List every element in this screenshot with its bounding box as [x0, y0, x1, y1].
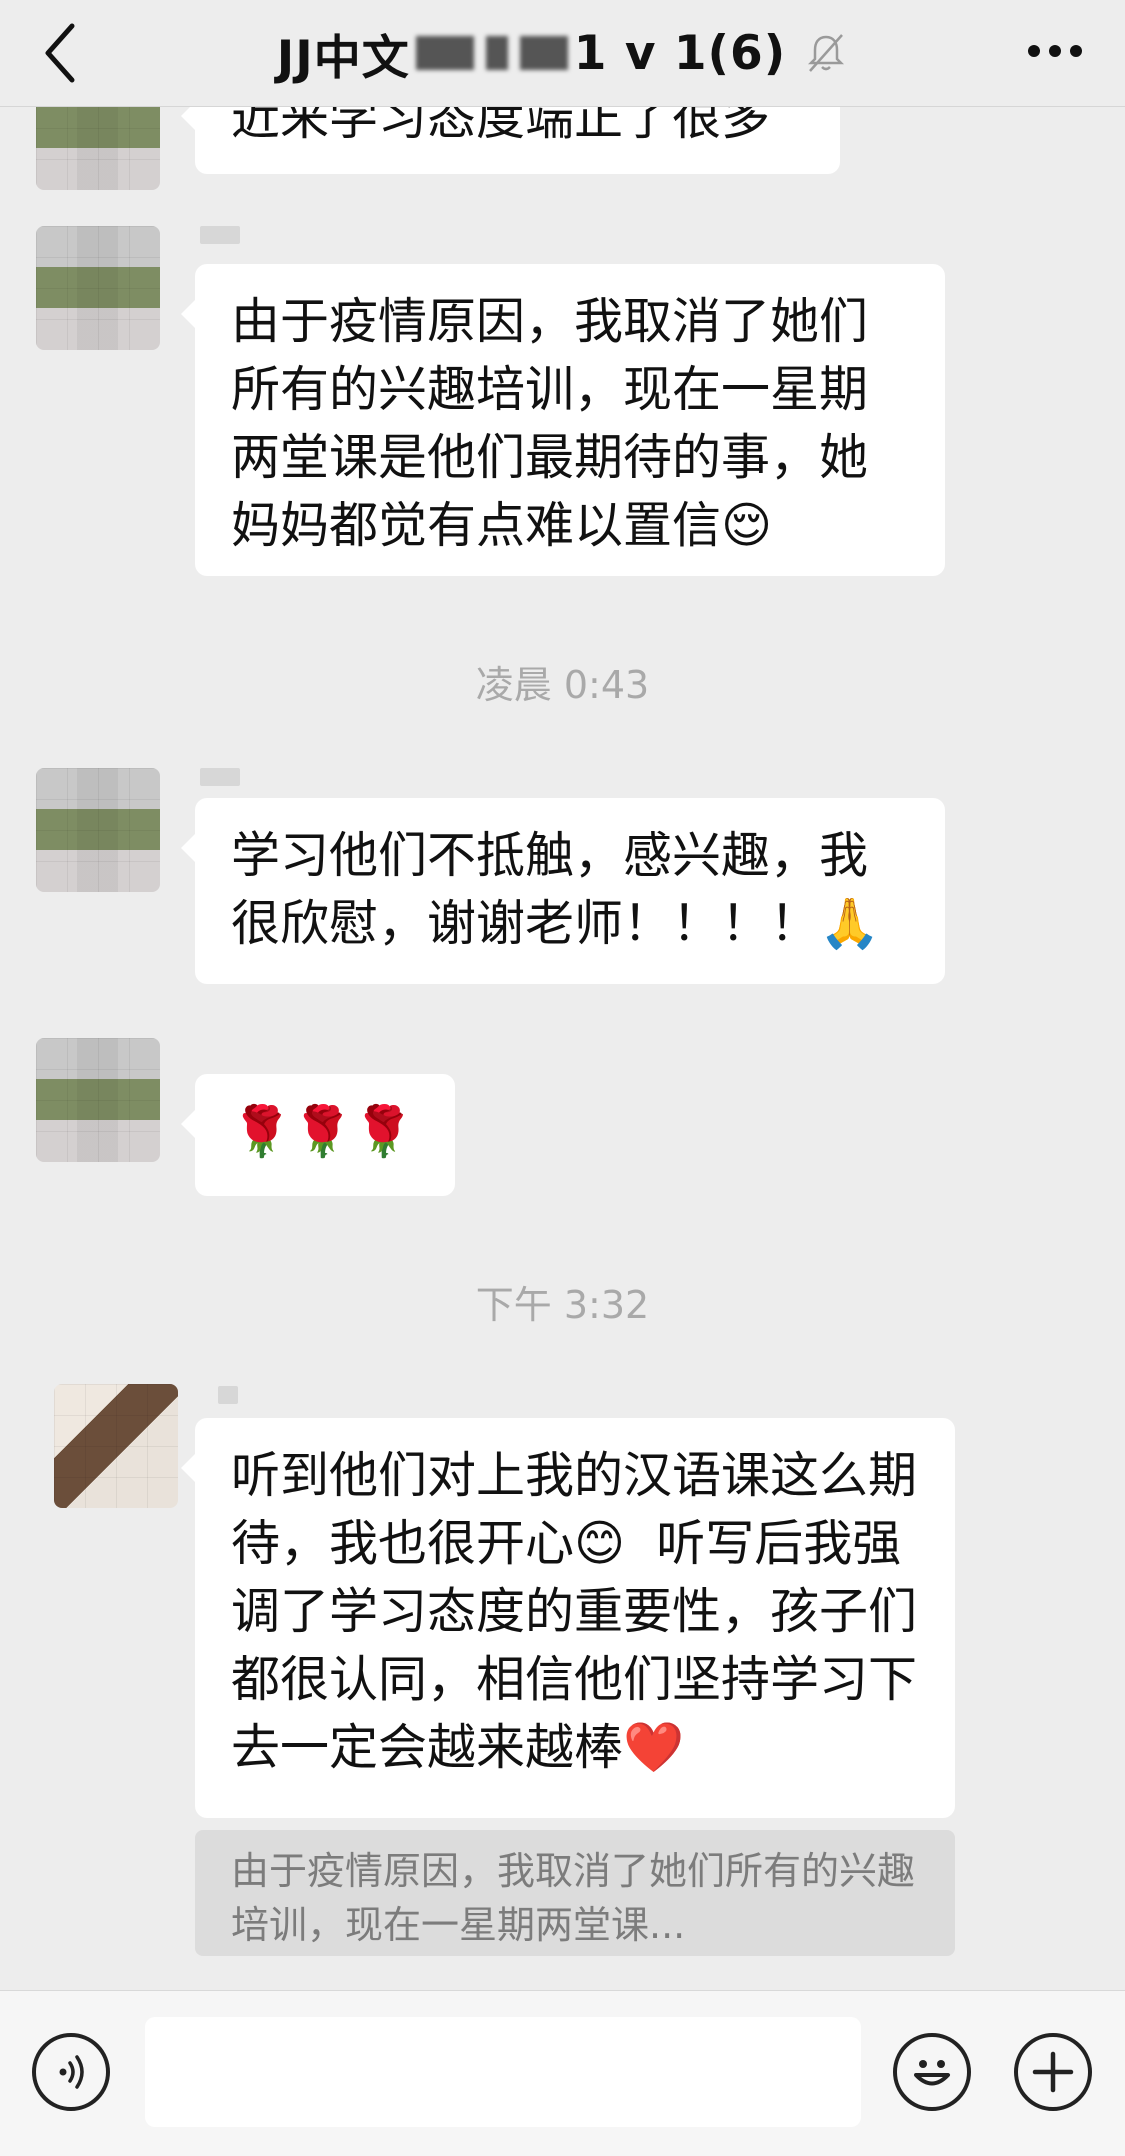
- redacted-block: [485, 36, 508, 70]
- avatar[interactable]: [36, 1038, 160, 1162]
- avatar[interactable]: [36, 106, 160, 190]
- chat-title-prefix: JJ中文: [276, 30, 410, 86]
- avatar[interactable]: [54, 1384, 178, 1508]
- quoted-message[interactable]: 由于疫情原因，我取消了她们所有的兴趣培训，现在一星期两堂课...: [195, 1830, 955, 1956]
- sender-name: [218, 1386, 238, 1404]
- message-bubble[interactable]: 学习他们不抵触，感兴趣，我很欣慰，谢谢老师！！！！🙏: [181, 798, 945, 984]
- emoji-button[interactable]: [893, 2033, 971, 2111]
- timestamp: 凌晨 0:43: [475, 663, 650, 707]
- more-functions-button[interactable]: [1014, 2033, 1092, 2111]
- back-button[interactable]: [40, 18, 100, 88]
- message-bubble[interactable]: 听到他们对上我的汉语课这么期待，我也很开心😊 听写后我强调了学习态度的重要性，孩…: [181, 1418, 955, 1818]
- avatar[interactable]: [36, 226, 160, 350]
- message-input[interactable]: [145, 2017, 861, 2127]
- more-button[interactable]: [1025, 36, 1085, 66]
- message-bubble[interactable]: 🌹🌹🌹: [181, 1074, 455, 1196]
- avatar[interactable]: [36, 768, 160, 892]
- redacted-block: [519, 36, 568, 70]
- chevron-left-icon: [45, 23, 75, 83]
- sender-name: [200, 226, 240, 244]
- voice-button[interactable]: [32, 2033, 110, 2111]
- bell-muted-icon: [808, 34, 845, 72]
- message-bubble[interactable]: 由于疫情原因，我取消了她们所有的兴趣培训，现在一星期两堂课是他们最期待的事，她妈…: [181, 264, 945, 576]
- message-list[interactable]: 近来学习态度端正了很多 由于疫情原因，我取消了她们所有的兴趣培训，现在一星期两堂…: [0, 106, 1125, 1990]
- input-bar: [0, 1990, 1125, 2156]
- sender-name: [200, 768, 240, 786]
- plus-icon: [1032, 2051, 1074, 2093]
- emoji-icon: [914, 2060, 950, 2086]
- timestamp: 下午 3:32: [475, 1283, 650, 1327]
- more-dots-icon: [1028, 45, 1082, 57]
- redacted-block: [415, 36, 474, 70]
- message-bubble[interactable]: 近来学习态度端正了很多: [181, 106, 840, 174]
- voice-icon: [59, 2055, 84, 2089]
- chat-title: JJ中文 1 v 1(6): [277, 19, 848, 88]
- chat-header: JJ中文 1 v 1(6): [0, 0, 1125, 107]
- chat-title-suffix: 1 v 1(6): [573, 25, 787, 81]
